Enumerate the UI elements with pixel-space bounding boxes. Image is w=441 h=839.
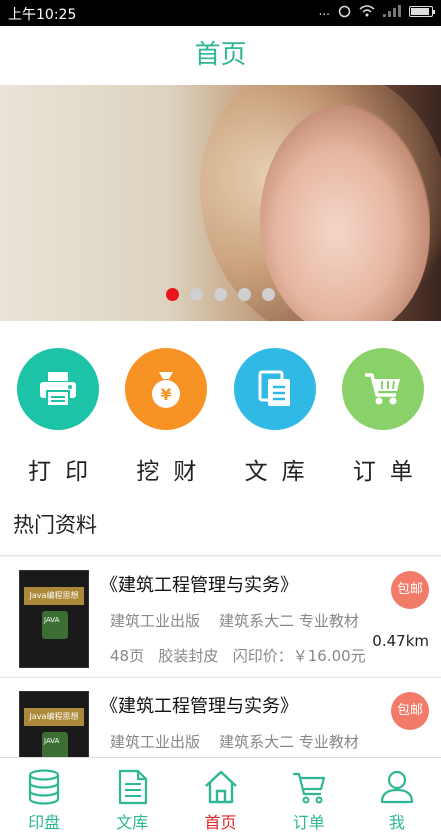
carousel-dot[interactable]: [238, 288, 251, 301]
orders-circle: [341, 348, 424, 430]
tab-me-label: 我: [388, 813, 405, 832]
quick-action-wacai-label: 挖财: [136, 459, 211, 485]
library-circle: [233, 348, 316, 430]
list-item[interactable]: Java编程思想 JAVA 《建筑工程管理与实务》 建筑工业出版 建筑系大二 专…: [0, 678, 441, 757]
item-tags: 建筑系大二 专业教材: [219, 612, 359, 630]
banner-carousel[interactable]: [0, 85, 441, 321]
list-item[interactable]: Java编程思想 JAVA 《建筑工程管理与实务》 建筑工业出版 建筑系大二 专…: [0, 557, 441, 678]
page-title-bar: 首页: [0, 26, 441, 85]
book-cover-title: Java编程思想: [29, 712, 79, 721]
sync-icon: [338, 5, 351, 17]
page-title: 首页: [194, 40, 247, 70]
hot-materials-list: Java编程思想 JAVA 《建筑工程管理与实务》 建筑工业出版 建筑系大二 专…: [0, 557, 441, 757]
tab-library[interactable]: 文库: [88, 758, 176, 839]
item-distance: 0.47km: [372, 632, 429, 650]
item-tags: 建筑系大二 专业教材: [219, 733, 359, 751]
user-icon: [380, 770, 414, 804]
book-cover-subtitle: JAVA: [44, 737, 60, 745]
money-bag-icon: ¥: [152, 372, 181, 408]
status-time: 上午10:25: [8, 7, 77, 23]
item-publisher: 建筑工业出版: [110, 733, 201, 751]
item-price: 闪印价：￥16.00元: [232, 647, 366, 665]
carousel-dot[interactable]: [214, 288, 227, 301]
wacai-circle: ¥: [125, 348, 208, 430]
tab-me[interactable]: 我: [353, 758, 441, 839]
database-icon: [28, 769, 60, 805]
tab-home-label: 首页: [204, 813, 237, 832]
cart-icon: [364, 373, 400, 405]
bottom-tab-bar: 印盘 文库 首页 订单 我: [0, 757, 441, 839]
item-title: 《建筑工程管理与实务》: [100, 696, 298, 717]
tab-disk[interactable]: 印盘: [0, 758, 88, 839]
hot-materials-heading: 热门资料: [0, 494, 441, 556]
tab-disk-label: 印盘: [28, 813, 61, 832]
printer-icon: [40, 372, 77, 407]
svg-text:¥: ¥: [161, 385, 172, 404]
documents-icon: [258, 370, 290, 406]
item-meta: 建筑工业出版 建筑系大二 专业教材: [110, 731, 359, 752]
status-bar: 上午10:25 ...: [0, 0, 441, 26]
free-shipping-badge: 包邮: [391, 571, 429, 609]
carousel-dot[interactable]: [262, 288, 275, 301]
book-cover: Java编程思想 JAVA: [19, 691, 89, 757]
quick-action-print-label: 打印: [28, 459, 103, 485]
quick-action-orders[interactable]: 订单: [335, 321, 431, 494]
carousel-dot-active[interactable]: [166, 288, 179, 301]
document-icon: [119, 769, 148, 805]
item-binding: 胶装封皮: [158, 647, 219, 665]
quick-action-print[interactable]: 打印: [10, 321, 106, 494]
tab-library-label: 文库: [116, 813, 149, 832]
item-meta: 建筑工业出版 建筑系大二 专业教材: [110, 610, 359, 631]
item-details: 48页 胶装封皮 闪印价：￥16.00元: [110, 645, 366, 666]
free-shipping-badge: 包邮: [391, 692, 429, 730]
print-circle: [17, 348, 100, 430]
cart-icon: [292, 772, 325, 804]
quick-action-wacai[interactable]: ¥ 挖财: [118, 321, 214, 494]
wifi-icon: [359, 5, 375, 17]
quick-actions: 打印 ¥ 挖财 文库 订单: [0, 321, 441, 494]
book-cover-subtitle: JAVA: [44, 616, 60, 624]
quick-action-library[interactable]: 文库: [227, 321, 323, 494]
quick-action-orders-label: 订单: [352, 459, 427, 485]
tab-orders-label: 订单: [292, 813, 325, 832]
carousel-indicator: [0, 288, 441, 301]
tab-orders[interactable]: 订单: [265, 758, 353, 839]
item-title: 《建筑工程管理与实务》: [100, 575, 298, 596]
signal-icon: [383, 5, 401, 17]
status-icons: ...: [318, 4, 435, 18]
tab-home[interactable]: 首页: [176, 758, 264, 839]
item-pages: 48页: [110, 647, 145, 665]
more-dots-icon: ...: [318, 4, 330, 18]
battery-icon: [409, 5, 435, 17]
carousel-dot[interactable]: [190, 288, 203, 301]
item-publisher: 建筑工业出版: [110, 612, 201, 630]
book-cover-title: Java编程思想: [29, 591, 79, 600]
home-icon: [204, 770, 237, 804]
book-cover: Java编程思想 JAVA: [19, 570, 89, 668]
quick-action-library-label: 文库: [244, 459, 319, 485]
